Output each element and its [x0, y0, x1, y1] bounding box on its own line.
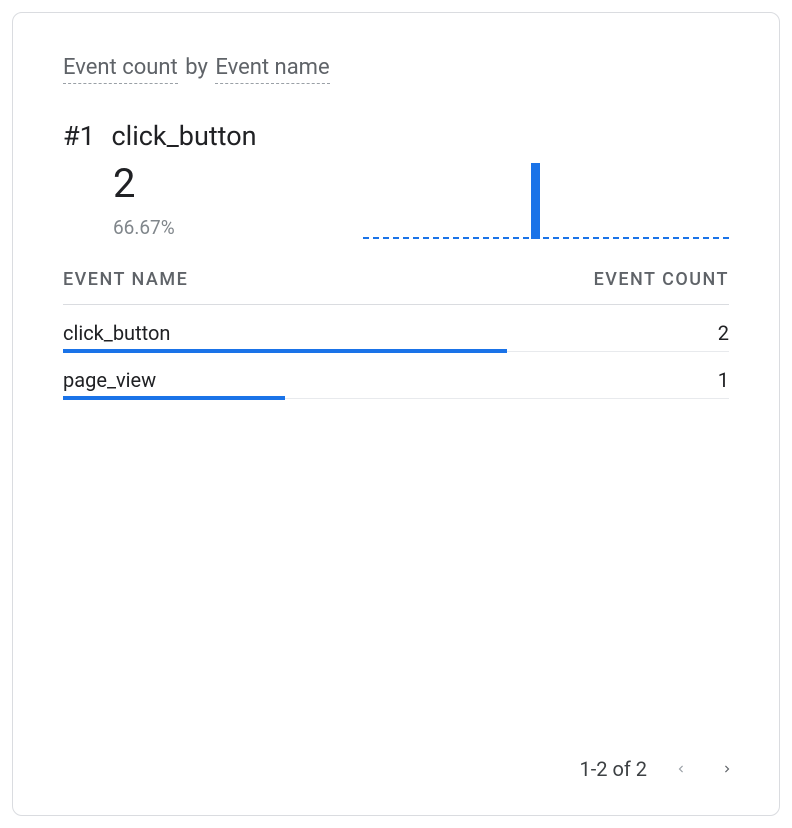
row-event-count: 1 [718, 368, 729, 392]
row-event-name: click_button [63, 321, 170, 345]
highlight-rank-line: #1 click_button [63, 120, 363, 152]
chevron-right-icon [720, 758, 734, 780]
chevron-left-icon [674, 758, 688, 780]
highlight-rank: #1 [63, 120, 95, 152]
highlight-value: 2 [63, 162, 363, 206]
sparkline-chart [363, 161, 729, 239]
highlight-percent: 66.67% [63, 216, 363, 239]
highlight-name: click_button [112, 120, 257, 152]
top-highlight: #1 click_button 2 66.67% [63, 120, 729, 239]
pagination-label: 1-2 of 2 [579, 757, 647, 781]
table-header: EVENT NAME EVENT COUNT [63, 269, 729, 305]
column-event-count: EVENT COUNT [594, 269, 729, 290]
table-body: click_button 2 page_view 1 [63, 305, 729, 399]
table-row[interactable]: page_view 1 [63, 352, 729, 399]
sparkline-baseline [363, 237, 729, 239]
column-event-name: EVENT NAME [63, 269, 188, 290]
row-event-name: page_view [63, 368, 156, 392]
dimension-selector[interactable]: Event name [215, 55, 329, 84]
sparkline-bar [531, 163, 540, 239]
row-event-count: 2 [718, 321, 729, 345]
title-by: by [183, 55, 210, 80]
next-page-button[interactable] [715, 757, 739, 781]
table-row[interactable]: click_button 2 [63, 305, 729, 352]
prev-page-button[interactable] [669, 757, 693, 781]
pagination: 1-2 of 2 [579, 757, 739, 781]
metric-selector[interactable]: Event count [63, 55, 178, 84]
highlight-text: #1 click_button 2 66.67% [63, 120, 363, 239]
row-bar [63, 396, 285, 400]
event-count-card: Event count by Event name #1 click_butto… [12, 12, 780, 816]
card-title: Event count by Event name [63, 55, 729, 80]
